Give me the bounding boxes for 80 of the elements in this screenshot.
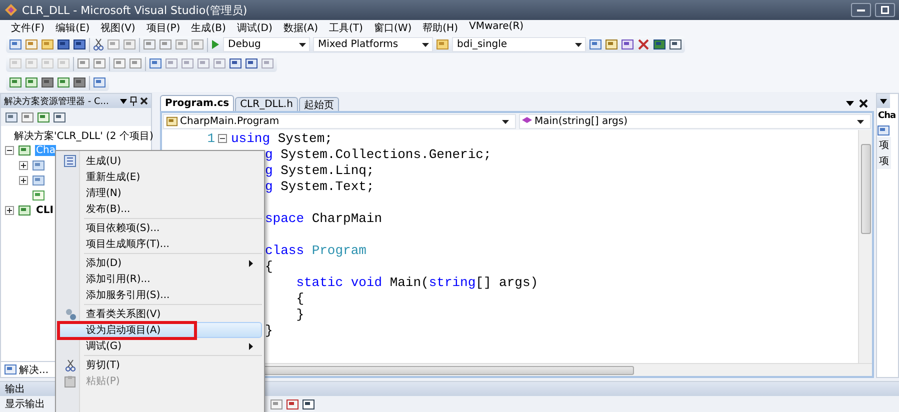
context-menu-item[interactable]: 添加引用(R)... — [58, 271, 262, 287]
menu-item[interactable]: 工具(T) — [329, 21, 363, 35]
menu-item[interactable]: 项目(P) — [146, 21, 180, 35]
editor-tab[interactable]: Program.cs — [160, 95, 234, 111]
collapse-icon[interactable] — [218, 134, 227, 142]
menu-item[interactable]: VMware(R) — [468, 21, 524, 35]
code-line: g System.Collections.Generic; — [265, 146, 492, 162]
minimize-button[interactable] — [851, 3, 871, 17]
expander-icon[interactable] — [19, 176, 28, 185]
dropdown-arrow-icon[interactable] — [299, 42, 306, 46]
clipboard-icon — [64, 374, 76, 388]
find-dropdown[interactable]: bdi_single — [452, 37, 586, 52]
line-number: 1 — [206, 130, 215, 146]
close-icon[interactable] — [140, 97, 148, 105]
context-menu-item[interactable]: 添加服务引用(S)... — [58, 287, 262, 303]
app-logo-icon — [4, 3, 18, 17]
code-line: { — [265, 258, 273, 274]
tree-item[interactable]: 解决方案'CLR_DLL' (2 个项目) — [13, 128, 154, 142]
menu-item[interactable]: 窗口(W) — [374, 21, 412, 35]
pin-icon[interactable] — [130, 96, 137, 106]
dropdown-icon[interactable] — [120, 98, 127, 104]
restore-icon — [881, 6, 889, 14]
context-menu-item[interactable]: 重新生成(E) — [58, 169, 262, 185]
member-dropdown[interactable]: Main(string[] args) — [518, 114, 871, 129]
output-source-label: 显示输出 — [5, 398, 46, 411]
property-row: 项 — [877, 137, 891, 153]
configuration-dropdown[interactable]: Debug — [223, 37, 310, 52]
vertical-scrollbar[interactable] — [858, 130, 872, 363]
dropdown-arrow-icon[interactable] — [575, 42, 582, 46]
minimize-icon — [857, 8, 865, 12]
submenu-arrow-icon — [249, 342, 253, 350]
scissors-icon — [64, 358, 76, 372]
context-menu-item[interactable]: 生成(U) — [58, 153, 262, 169]
dropdown-arrow-icon[interactable] — [422, 42, 429, 46]
menu-item[interactable]: 数据(A) — [283, 21, 318, 35]
panel-title: 输出 — [5, 382, 25, 396]
context-menu-item[interactable]: 查看类关系图(V) — [58, 306, 262, 322]
menu-item[interactable]: 编辑(E) — [56, 21, 90, 35]
context-menu-item[interactable]: 项目依赖项(S)... — [58, 220, 262, 236]
submenu-arrow-icon — [249, 260, 253, 266]
dropdown-arrow-icon[interactable] — [502, 120, 508, 124]
code-line: class Program — [265, 242, 366, 258]
editor-tab[interactable]: CLR_DLL.h — [235, 97, 298, 111]
code-line: { — [295, 290, 304, 306]
restore-button[interactable] — [875, 3, 895, 17]
start-icon[interactable] — [211, 39, 220, 50]
editor-tab[interactable]: 起始页 — [298, 97, 339, 111]
dropdown-icon[interactable] — [846, 101, 854, 106]
expander-icon[interactable] — [19, 161, 28, 170]
property-row: 项 — [877, 153, 891, 169]
dropdown-arrow-icon[interactable] — [857, 120, 864, 124]
expander-icon[interactable] — [5, 206, 14, 215]
context-menu-item[interactable]: 清理(N) — [58, 185, 262, 201]
code-line: } — [265, 322, 273, 338]
platform-dropdown[interactable]: Mixed Platforms — [313, 37, 433, 52]
type-dropdown[interactable]: CharpMain.Program — [163, 114, 516, 129]
code-line: g System.Linq; — [265, 162, 374, 178]
window-title: CLR_DLL - Microsoft Visual Studio(管理员) — [22, 2, 248, 18]
menu-item[interactable]: 帮助(H) — [422, 21, 458, 35]
menu-item[interactable]: 文件(F) — [11, 21, 45, 35]
tree-item[interactable]: CLI — [35, 205, 54, 216]
close-icon[interactable] — [859, 99, 868, 108]
context-menu-item[interactable]: 项目生成顺序(T)... — [58, 236, 262, 252]
panel-title: 解决方案资源管理器 - C... — [4, 95, 110, 108]
context-menu-item[interactable]: 发布(B)... — [58, 201, 262, 217]
code-line: g System.Text; — [265, 178, 374, 194]
context-menu-item[interactable]: 调试(G) — [58, 338, 262, 354]
scissors-icon — [93, 38, 104, 51]
context-menu-item[interactable]: 添加(D) — [58, 255, 262, 271]
panel-title: Cha — [877, 110, 896, 123]
expander-icon[interactable] — [5, 146, 14, 155]
menu-item[interactable]: 生成(B) — [191, 21, 226, 35]
context-menu-item[interactable]: 设为启动项目(A) — [58, 322, 262, 338]
menu-item[interactable]: 调试(D) — [236, 21, 272, 35]
code-line: space CharpMain — [265, 210, 382, 226]
dropdown-icon[interactable] — [880, 98, 887, 104]
code-line: using System; — [231, 130, 332, 146]
menu-item[interactable]: 视图(V) — [100, 21, 136, 35]
code-line: } — [295, 306, 304, 322]
code-line: static void Main(string[] args) — [295, 274, 538, 290]
